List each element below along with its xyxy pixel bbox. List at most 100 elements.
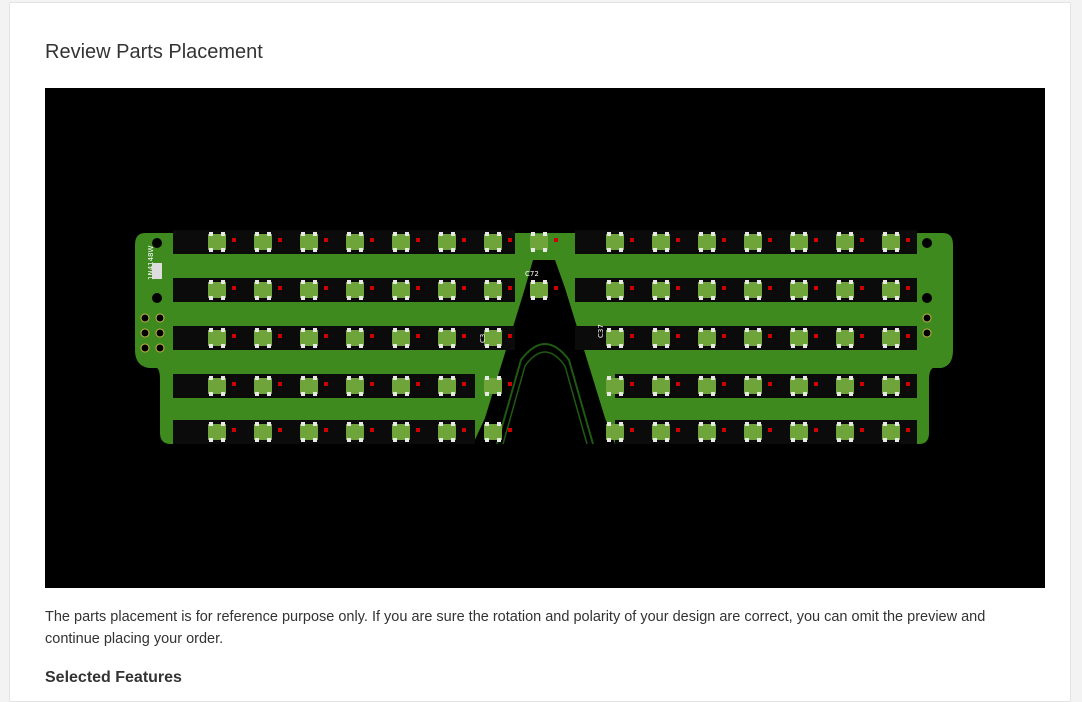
polarity-marker [814, 238, 818, 242]
polarity-marker [416, 428, 420, 432]
led-component [836, 378, 854, 394]
led-pad [313, 438, 317, 442]
led-pad [803, 344, 807, 348]
polarity-marker [906, 334, 910, 338]
led-component [790, 234, 808, 250]
led-pad [711, 392, 715, 396]
led-component [836, 234, 854, 250]
led-component [652, 282, 670, 298]
led-component [744, 234, 762, 250]
led-component [392, 330, 410, 346]
led-pad [837, 344, 841, 348]
led-component [744, 378, 762, 394]
polarity-marker [630, 286, 634, 290]
led-pad [837, 280, 841, 284]
led-pad [221, 344, 225, 348]
led-component [882, 378, 900, 394]
led-pad [267, 328, 271, 332]
led-component [530, 282, 548, 298]
led-pad [313, 296, 317, 300]
polarity-marker [462, 334, 466, 338]
led-pad [757, 328, 761, 332]
polarity-marker [676, 286, 680, 290]
led-pad [497, 438, 501, 442]
led-pad [665, 328, 669, 332]
polarity-marker [768, 428, 772, 432]
led-component [744, 282, 762, 298]
led-pad [439, 232, 443, 236]
polarity-marker [324, 334, 328, 338]
led-component [652, 424, 670, 440]
led-pad [439, 280, 443, 284]
led-pad [665, 296, 669, 300]
led-pad [485, 232, 489, 236]
led-component [606, 282, 624, 298]
mounting-hole [922, 238, 932, 248]
led-pad [405, 328, 409, 332]
led-pad [757, 392, 761, 396]
led-pad [531, 232, 535, 236]
polarity-marker [722, 286, 726, 290]
led-pad [209, 248, 213, 252]
led-pad [711, 422, 715, 426]
led-component [346, 330, 364, 346]
led-pad [883, 422, 887, 426]
polarity-marker [462, 286, 466, 290]
header-pin [140, 313, 150, 323]
led-pad [359, 296, 363, 300]
led-pad [209, 328, 213, 332]
page-title: Review Parts Placement [45, 41, 263, 63]
led-pad [849, 376, 853, 380]
led-pad [699, 422, 703, 426]
led-pad [849, 248, 853, 252]
led-pad [837, 422, 841, 426]
led-component [744, 424, 762, 440]
led-pad [711, 232, 715, 236]
led-pad [405, 280, 409, 284]
led-pad [451, 328, 455, 332]
led-pad [485, 328, 489, 332]
polarity-marker [722, 382, 726, 386]
led-pad [803, 328, 807, 332]
polarity-marker [814, 286, 818, 290]
polarity-marker [722, 334, 726, 338]
led-pad [347, 328, 351, 332]
led-pad [393, 422, 397, 426]
led-component [882, 282, 900, 298]
led-component [300, 330, 318, 346]
led-pad [699, 344, 703, 348]
led-pad [607, 248, 611, 252]
led-pad [393, 438, 397, 442]
led-component [254, 424, 272, 440]
led-pad [619, 344, 623, 348]
led-pad [359, 232, 363, 236]
led-pad [849, 344, 853, 348]
led-component [300, 282, 318, 298]
polarity-marker [554, 286, 558, 290]
header-pin [140, 343, 150, 353]
led-component [208, 234, 226, 250]
led-pad [699, 392, 703, 396]
led-pad [653, 344, 657, 348]
led-component [346, 378, 364, 394]
led-pad [301, 438, 305, 442]
led-pad [439, 422, 443, 426]
polarity-marker [232, 286, 236, 290]
led-pad [267, 422, 271, 426]
led-pad [497, 422, 501, 426]
led-pad [451, 392, 455, 396]
led-pad [711, 344, 715, 348]
led-pad [267, 232, 271, 236]
polarity-marker [508, 334, 512, 338]
led-component [208, 282, 226, 298]
led-pad [359, 376, 363, 380]
led-component [836, 424, 854, 440]
led-pad [301, 392, 305, 396]
led-component [300, 424, 318, 440]
led-component [698, 424, 716, 440]
header-pin [155, 328, 165, 338]
led-pad [895, 248, 899, 252]
polarity-marker [768, 238, 772, 242]
led-pad [267, 438, 271, 442]
led-pad [485, 248, 489, 252]
